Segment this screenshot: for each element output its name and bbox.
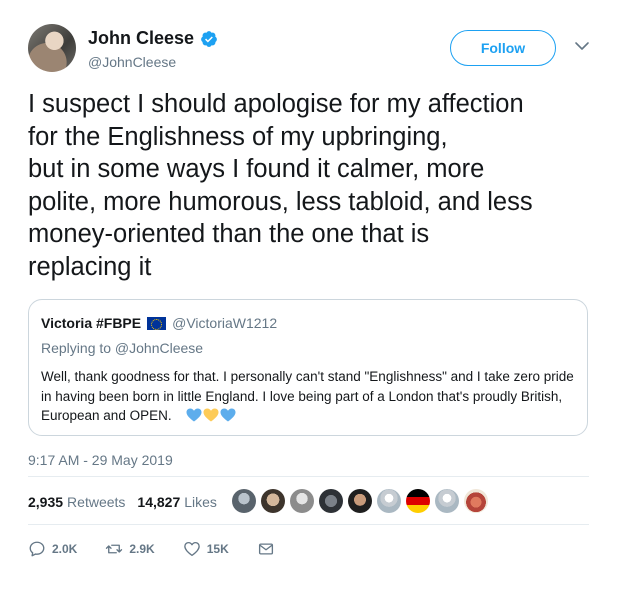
direct-message-button[interactable] xyxy=(257,540,275,558)
quoted-tweet-text: Well, thank goodness for that. I persona… xyxy=(41,369,574,423)
liker-avatars xyxy=(232,489,488,513)
liker-avatar[interactable] xyxy=(319,489,343,513)
retweets-label[interactable]: Retweets xyxy=(67,494,125,510)
verified-badge-icon xyxy=(201,30,217,47)
like-count: 15K xyxy=(206,542,229,556)
likes-label[interactable]: Likes xyxy=(184,494,217,510)
quoted-tweet-text-block: Well, thank goodness for that. I persona… xyxy=(41,367,579,426)
yellow-heart-icon xyxy=(203,408,219,422)
quoted-tweet[interactable]: Victoria #FBPE @VictoriaW1212 Replying t… xyxy=(28,299,588,436)
tweet-stats: 2,935 Retweets 14,827 Likes xyxy=(28,494,217,510)
retweets-count[interactable]: 2,935 xyxy=(28,494,63,510)
quoted-author-handle: @VictoriaW1212 xyxy=(172,315,278,331)
blue-heart-icon xyxy=(186,408,202,422)
eu-flag-icon xyxy=(147,316,167,330)
reply-button[interactable]: 2.0K xyxy=(28,540,77,558)
liker-avatar[interactable] xyxy=(290,489,314,513)
liker-avatar[interactable] xyxy=(348,489,372,513)
tweet-actions: 2.0K 2.9K 15K xyxy=(28,540,303,558)
retweet-count: 2.9K xyxy=(129,542,155,556)
liker-avatar[interactable] xyxy=(464,489,488,513)
divider-top xyxy=(28,476,589,477)
heart-outline-icon xyxy=(183,541,200,557)
replying-to: Replying to @JohnCleese xyxy=(41,340,204,356)
likes-count[interactable]: 14,827 xyxy=(137,494,180,510)
author-display-name[interactable]: John Cleese xyxy=(88,28,194,49)
reply-count: 2.0K xyxy=(52,542,78,556)
author-name-row: John Cleese xyxy=(88,28,218,49)
retweet-button[interactable]: 2.9K xyxy=(105,540,155,558)
retweet-icon xyxy=(106,544,123,554)
divider-bottom xyxy=(28,524,589,525)
author-avatar[interactable] xyxy=(28,24,76,72)
liker-avatar[interactable] xyxy=(435,489,459,513)
tweet-text: I suspect I should apologise for my affe… xyxy=(28,90,533,281)
liker-avatar[interactable] xyxy=(406,489,430,513)
chevron-down-icon[interactable] xyxy=(574,38,590,54)
quoted-tweet-header: Victoria #FBPE @VictoriaW1212 xyxy=(41,315,277,331)
tweet-timestamp[interactable]: 9:17 AM - 29 May 2019 xyxy=(28,452,173,468)
tweet-header: John Cleese @JohnCleese Follow xyxy=(24,20,597,80)
liker-avatar[interactable] xyxy=(261,489,285,513)
reply-icon xyxy=(29,541,45,557)
follow-button[interactable]: Follow xyxy=(450,30,556,66)
author-handle[interactable]: @JohnCleese xyxy=(88,54,176,70)
heart-emoji-group xyxy=(186,408,236,422)
blue-heart-icon xyxy=(220,408,236,422)
like-button[interactable]: 15K xyxy=(183,540,229,558)
liker-avatar[interactable] xyxy=(377,489,401,513)
envelope-icon xyxy=(258,543,273,555)
liker-avatar[interactable] xyxy=(232,489,256,513)
quoted-author-name: Victoria #FBPE xyxy=(41,315,142,331)
